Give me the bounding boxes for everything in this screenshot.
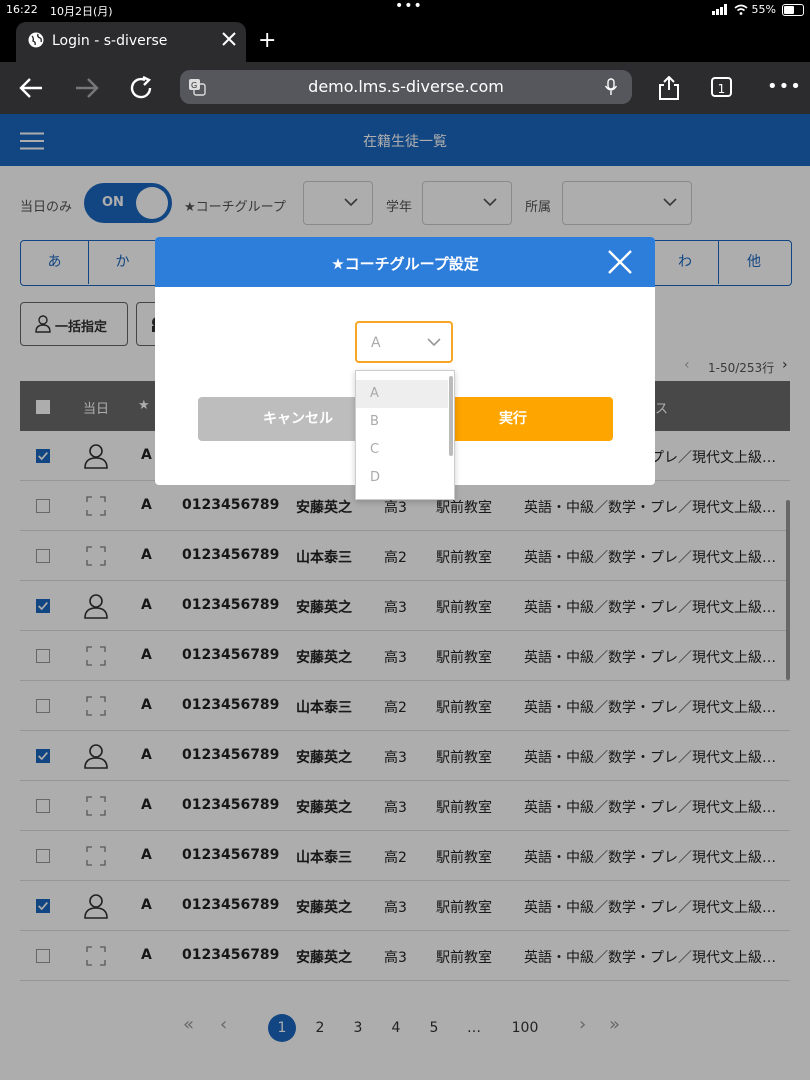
- dropdown-option-b[interactable]: B: [356, 408, 448, 436]
- address-bar[interactable]: G demo.lms.s-diverse.com: [180, 70, 632, 104]
- wifi-icon: [734, 4, 748, 15]
- back-arrow-icon[interactable]: [18, 76, 44, 100]
- multitasking-dots-icon[interactable]: •••: [395, 0, 423, 14]
- battery-icon: [782, 4, 804, 16]
- status-date: 10月2日(月): [50, 5, 113, 18]
- status-bar: 16:22 10月2日(月) ••• 55%: [0, 0, 810, 20]
- dropdown-scrollbar[interactable]: [449, 376, 453, 456]
- chevron-down-icon: [427, 338, 441, 346]
- url-text: demo.lms.s-diverse.com: [308, 77, 504, 96]
- forward-arrow-icon[interactable]: [74, 76, 100, 100]
- battery-percent: 55%: [751, 3, 776, 16]
- modal-title: ★コーチグループ設定: [331, 255, 479, 273]
- new-tab-button[interactable]: +: [258, 28, 276, 53]
- dropdown-value: A: [371, 335, 381, 351]
- tab-title: Login - s-diverse: [52, 33, 168, 49]
- microphone-icon[interactable]: [604, 78, 618, 96]
- dropdown-options-list: A B C D: [355, 370, 455, 500]
- tab-count-button[interactable]: 1: [711, 77, 732, 97]
- reload-icon[interactable]: [129, 76, 155, 100]
- dropdown-option-a[interactable]: A: [356, 380, 448, 408]
- browser-tab[interactable]: Login - s-diverse: [16, 22, 246, 62]
- coach-group-dropdown[interactable]: A: [355, 321, 453, 363]
- close-icon[interactable]: [607, 249, 633, 275]
- more-menu-icon[interactable]: •••: [767, 76, 802, 97]
- share-icon[interactable]: [656, 76, 682, 100]
- dropdown-option-c[interactable]: C: [356, 436, 448, 464]
- cellular-signal-icon: [712, 4, 727, 15]
- globe-icon: [28, 32, 44, 48]
- dropdown-option-d[interactable]: D: [356, 464, 448, 492]
- close-tab-icon[interactable]: [220, 30, 238, 48]
- status-time: 16:22: [6, 3, 38, 16]
